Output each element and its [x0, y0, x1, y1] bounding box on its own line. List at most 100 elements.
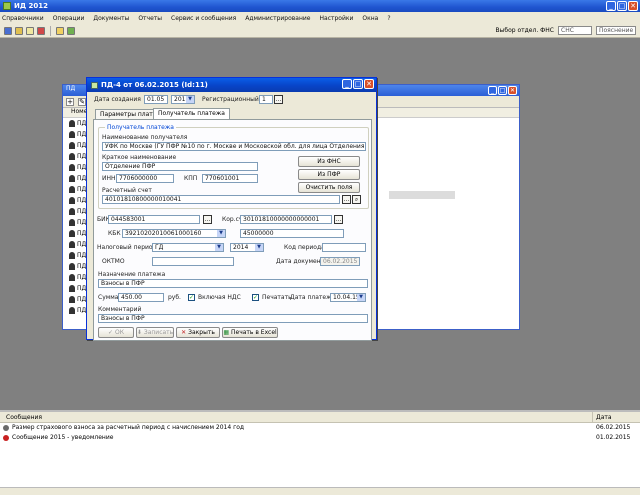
- short-name-input[interactable]: Отделение ПФР: [102, 162, 258, 171]
- purpose-label: Назначение платежа: [98, 271, 166, 278]
- period-code-label: Код периода: [284, 244, 325, 251]
- comment-input[interactable]: Взносы в ПФР: [98, 314, 368, 323]
- save-icon: ⬇: [136, 329, 142, 336]
- year-select[interactable]: 2015 ▼: [171, 95, 195, 104]
- oktmo-label: ОКТМО: [102, 258, 125, 265]
- menu-item[interactable]: Отчеты: [138, 15, 162, 22]
- vat-checkbox[interactable]: ✓: [188, 294, 195, 301]
- list-item-label: ПД: [77, 307, 87, 314]
- dialog-minimize-button[interactable]: _: [342, 79, 352, 89]
- period-year-select[interactable]: 2014 ▼: [230, 243, 264, 252]
- person-icon: [69, 208, 75, 215]
- menu-item[interactable]: Сервис и сообщения: [171, 15, 236, 22]
- menu-item[interactable]: Настройки: [320, 15, 354, 22]
- vat-checkbox-label: Включая НДС: [198, 294, 241, 301]
- dialog-close-button[interactable]: ✕: [364, 79, 374, 89]
- menu-item[interactable]: Операции: [53, 15, 85, 22]
- account-search-button[interactable]: ⌕: [352, 195, 361, 204]
- okato-input[interactable]: 45000000: [240, 229, 344, 238]
- account-input[interactable]: 40101810800000010041: [102, 195, 340, 204]
- search-combo[interactable]: Пояснение: [596, 26, 636, 35]
- tab-recipient[interactable]: Получатель платежа: [153, 108, 230, 119]
- app-title-bar: ИД 2012 _ □ ✕: [0, 0, 640, 12]
- chevron-down-icon: ▼: [357, 294, 365, 301]
- person-icon: [69, 252, 75, 259]
- kpp-input[interactable]: 770601001: [202, 174, 258, 183]
- due-date-select[interactable]: 10.04.15 ▼: [330, 293, 366, 302]
- list-window-title-text: ПД: [66, 85, 76, 92]
- from-fns-button[interactable]: Из ФНС: [298, 156, 360, 167]
- print-excel-label: Печать в Excel: [230, 329, 277, 336]
- from-pfr-button[interactable]: Из ПФР: [298, 169, 360, 180]
- close-button[interactable]: ✕: [628, 1, 638, 11]
- sum-input[interactable]: 450.00: [118, 293, 164, 302]
- delete-icon[interactable]: [37, 26, 45, 35]
- print-checkbox-label: Печатать: [262, 294, 292, 301]
- period-code-input[interactable]: [322, 243, 366, 252]
- save-button[interactable]: ⬇ Записать: [136, 327, 174, 338]
- edit-icon[interactable]: ✎: [78, 97, 86, 106]
- korr-input[interactable]: 30101810000000000001: [240, 215, 332, 224]
- home-icon[interactable]: [56, 26, 64, 35]
- refresh-icon[interactable]: [67, 26, 75, 35]
- due-date-value: 10.04.15: [333, 294, 360, 301]
- lookup-button[interactable]: …: [274, 95, 283, 104]
- message-row[interactable]: Сообщение 2015 - уведомление 01.02.2015: [0, 433, 640, 443]
- reg-number-input[interactable]: 1: [259, 95, 273, 104]
- message-text: Размер страхового взноса за расчетный пе…: [12, 424, 245, 431]
- menu-item[interactable]: Окна: [362, 15, 378, 22]
- kbk-value: 39210202010061000160: [125, 230, 202, 237]
- menu-item[interactable]: Справочники: [2, 15, 44, 22]
- doc-date-input[interactable]: 06.02.2015: [320, 257, 360, 266]
- print-excel-button[interactable]: ▦ Печать в Excel: [222, 327, 278, 338]
- kbk-select[interactable]: 39210202010061000160 ▼: [122, 229, 226, 238]
- list-item-label: ПД: [77, 142, 87, 149]
- person-icon: [69, 285, 75, 292]
- status-bar: [0, 487, 640, 495]
- menu-item[interactable]: ?: [387, 15, 390, 22]
- list-minimize-button[interactable]: _: [488, 86, 497, 95]
- list-item-label: ПД: [77, 120, 87, 127]
- recipient-name-input[interactable]: УФК по Москве (ГУ ПФР №10 по г. Москве и…: [102, 142, 366, 151]
- cancel-button[interactable]: ✕ Закрыть: [176, 327, 220, 338]
- minimize-button[interactable]: _: [606, 1, 616, 11]
- list-item-label: ПД: [77, 296, 87, 303]
- menu-bar: Справочники Операции Документы Отчеты Се…: [0, 12, 640, 24]
- dialog-maximize-button[interactable]: □: [353, 79, 363, 89]
- add-icon[interactable]: +: [66, 97, 74, 106]
- dialog-title: ПД-4 от 06.02.2015 (Id:11): [101, 81, 208, 89]
- person-icon: [69, 153, 75, 160]
- oktmo-input[interactable]: [152, 257, 234, 266]
- maximize-button[interactable]: □: [617, 1, 627, 11]
- korr-lookup-button[interactable]: …: [334, 215, 343, 224]
- app-icon: [3, 2, 11, 10]
- purpose-input[interactable]: Взносы в ПФР: [98, 279, 368, 288]
- menu-item[interactable]: Документы: [93, 15, 129, 22]
- list-close-button[interactable]: ✕: [508, 86, 517, 95]
- kbk-label: КБК: [108, 230, 121, 237]
- menu-item[interactable]: Администрирование: [245, 15, 310, 22]
- period-value: ГД: [155, 244, 164, 251]
- folder-icon[interactable]: [15, 26, 23, 35]
- org-combo[interactable]: СНС: [558, 26, 592, 35]
- period-select[interactable]: ГД ▼: [152, 243, 224, 252]
- clear-fields-button[interactable]: Очистить поля: [298, 182, 360, 193]
- reg-number-label: Регистрационный №: [202, 96, 267, 103]
- inn-input[interactable]: 7706000000: [116, 174, 174, 183]
- bik-lookup-button[interactable]: …: [203, 215, 212, 224]
- print-checkbox[interactable]: ✓: [252, 294, 259, 301]
- org-selector-label: Выбор отдел. ФНС: [495, 27, 554, 34]
- date-input[interactable]: 01.05: [144, 95, 168, 104]
- check-icon: ✓: [107, 329, 114, 336]
- list-item-label: ПД: [77, 186, 87, 193]
- bik-input[interactable]: 044583001: [108, 215, 200, 224]
- inn-label: ИНН: [102, 175, 116, 182]
- print-icon[interactable]: [4, 26, 12, 35]
- list-item-label: ПД: [77, 219, 87, 226]
- person-icon: [69, 164, 75, 171]
- ok-button[interactable]: ✓ ОК: [98, 327, 134, 338]
- document-icon[interactable]: [26, 26, 34, 35]
- account-lookup-button[interactable]: …: [342, 195, 351, 204]
- message-row[interactable]: Размер страхового взноса за расчетный пе…: [0, 423, 640, 433]
- list-maximize-button[interactable]: □: [498, 86, 507, 95]
